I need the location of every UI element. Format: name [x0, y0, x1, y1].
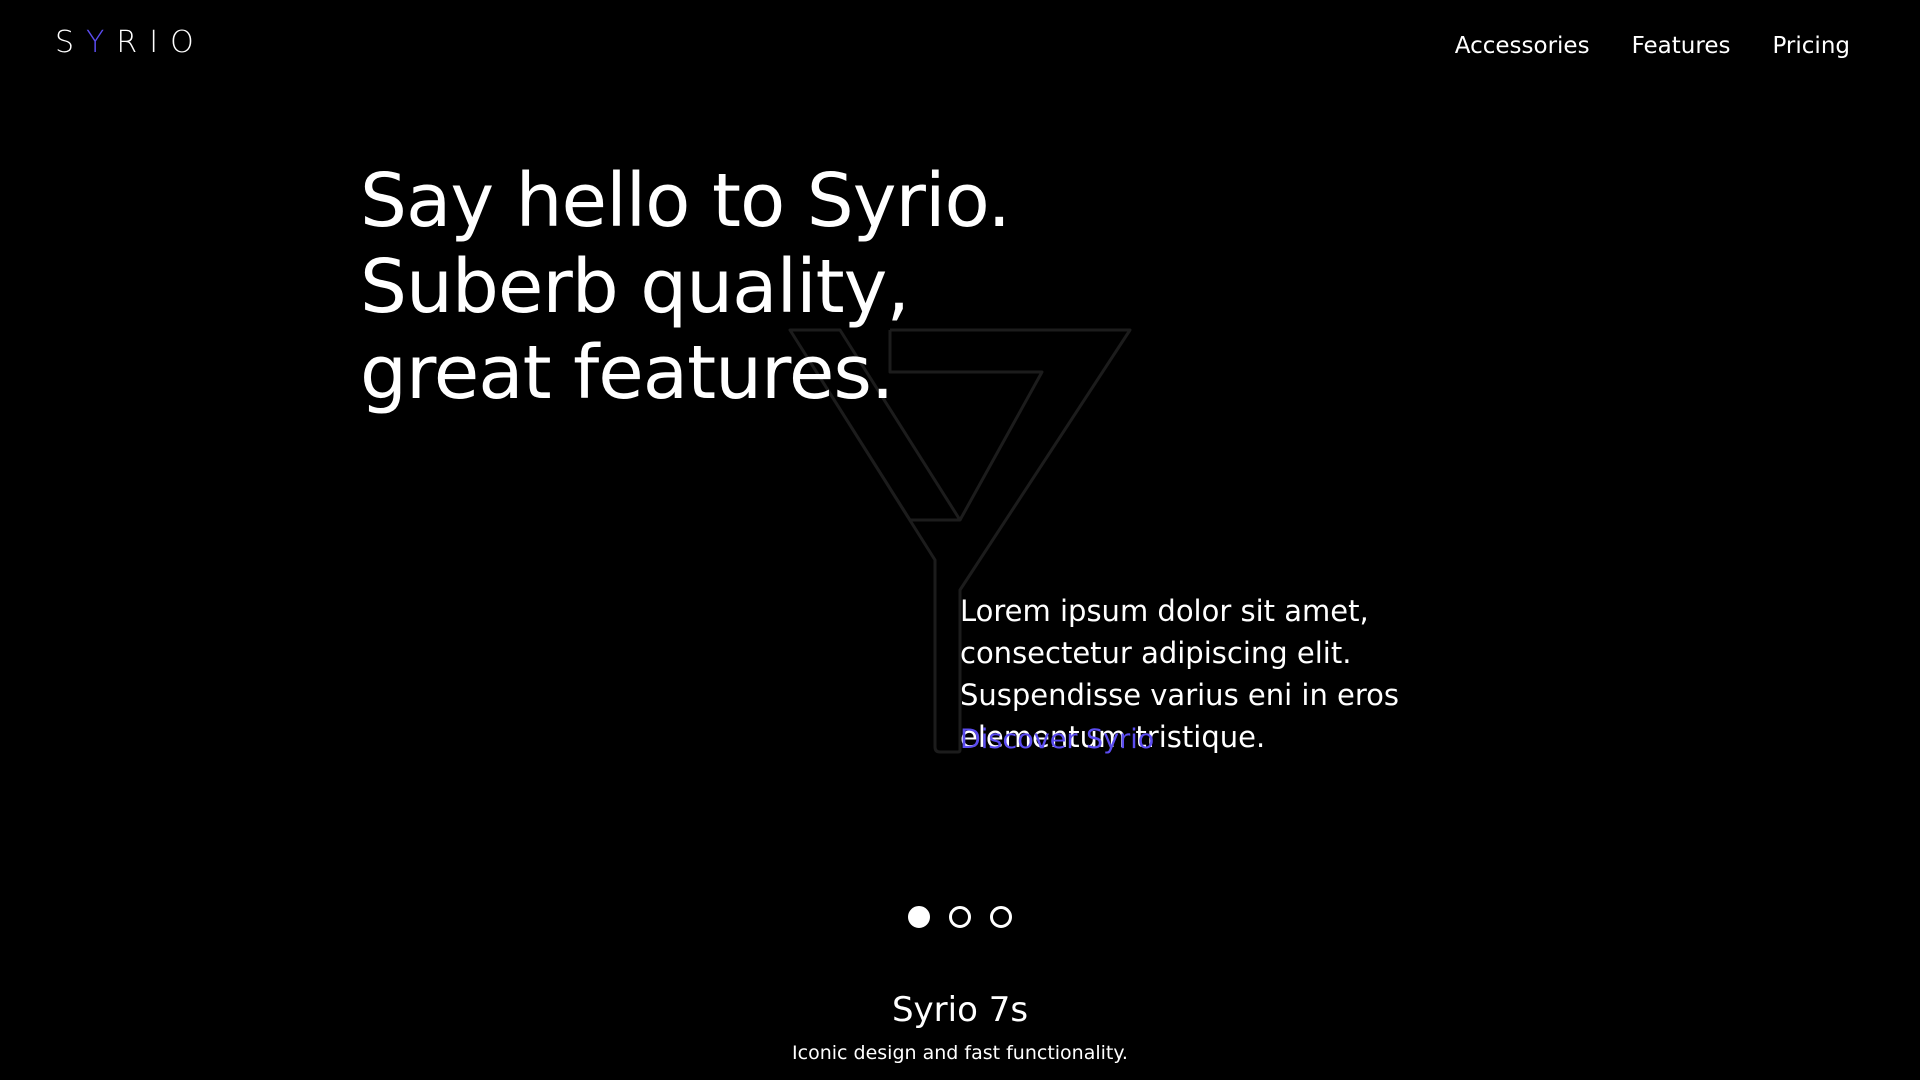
product-name: Syrio 7s	[891, 990, 1029, 1030]
landing-page: SYRIO Accessories Features Pricing Say h…	[0, 0, 1920, 1080]
carousel-dot-3[interactable]	[990, 906, 1012, 928]
hero-title-line-1: Say hello to Syrio.	[360, 158, 1011, 244]
hero-title-line-3: great features.	[360, 330, 894, 416]
logo-letter-y-accent: Y	[86, 25, 117, 60]
brand-logo[interactable]: SYRIO	[55, 28, 206, 58]
product-tagline: Iconic design and fast functionality.	[792, 1042, 1128, 1064]
nav-link-accessories[interactable]: Accessories	[1455, 31, 1590, 61]
carousel-dot-1[interactable]	[908, 906, 930, 928]
hero-title: Say hello to Syrio. Suberb quality, grea…	[360, 158, 1011, 416]
logo-letter-s: S	[55, 25, 87, 60]
hero-title-line-2: Suberb quality,	[360, 244, 910, 330]
logo-letters-rio: RIO	[116, 25, 206, 60]
discover-syrio-link[interactable]: Discover Syrio	[960, 722, 1154, 758]
carousel-dot-2[interactable]	[949, 906, 971, 928]
main-nav: Accessories Features Pricing	[1455, 31, 1850, 61]
nav-link-pricing[interactable]: Pricing	[1772, 31, 1850, 61]
nav-link-features[interactable]: Features	[1632, 31, 1731, 61]
carousel-pagination	[0, 906, 1920, 928]
